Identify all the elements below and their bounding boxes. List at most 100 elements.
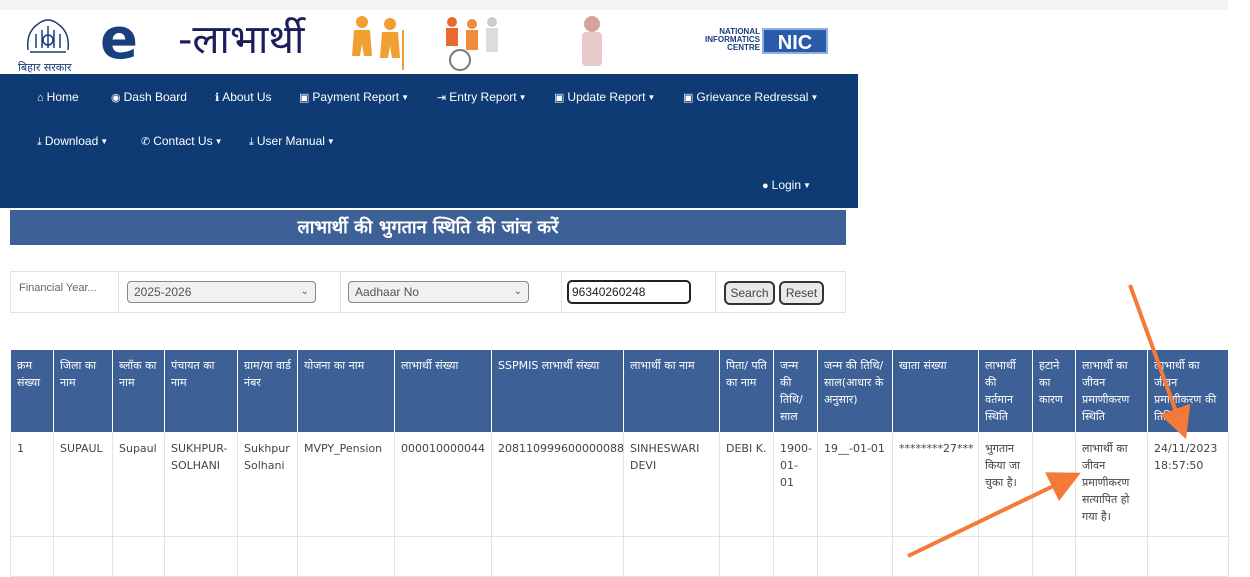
id-type-select[interactable]: Aadhaar No ⌄ bbox=[348, 281, 529, 303]
column-header: लाभार्थी का जीवन प्रमाणीकरण की तिथि bbox=[1147, 349, 1229, 433]
emblem-caption: बिहार सरकार bbox=[18, 61, 72, 74]
table-cell: भुगतान किया जा चुका है। bbox=[978, 432, 1033, 537]
financial-year-select[interactable]: 2025-2026 ⌄ bbox=[127, 281, 316, 303]
column-header: ब्लॉक का नाम bbox=[112, 349, 165, 433]
nav-update-report[interactable]: ▣ Update Report ▼ bbox=[554, 90, 655, 104]
table-cell: SUKHPUR-SOLHANI bbox=[164, 432, 238, 537]
caret-down-icon: ▼ bbox=[100, 137, 109, 146]
table-row: 1 SUPAUL Supaul SUKHPUR-SOLHANI Sukhpur … bbox=[10, 432, 1229, 537]
nic-badge: NIC bbox=[762, 28, 828, 54]
nav-login-label: Login bbox=[771, 178, 802, 192]
column-header: ग्राम/या वार्ड नंबर bbox=[237, 349, 298, 433]
nav-grievance[interactable]: ▣ Grievance Redressal ▼ bbox=[683, 90, 818, 104]
caret-down-icon: ▼ bbox=[803, 181, 811, 190]
top-strip bbox=[0, 0, 1228, 10]
aadhaar-input[interactable]: 96340260248 bbox=[567, 280, 691, 304]
id-type-value: Aadhaar No bbox=[355, 285, 420, 299]
reset-button[interactable]: Reset bbox=[779, 281, 824, 305]
nav-home-label: Home bbox=[46, 90, 79, 104]
nav-contact-label: Contact Us bbox=[153, 134, 213, 148]
nav-payment-label: Payment Report bbox=[312, 90, 400, 104]
info-icon: ℹ bbox=[215, 92, 220, 104]
table-cell: 1 bbox=[10, 432, 54, 537]
table-header-row: क्रम संख्या जिला का नाम ब्लॉक का नाम पंच… bbox=[10, 349, 1229, 433]
nav-home[interactable]: ⌂ Home bbox=[37, 90, 79, 104]
table-row-empty bbox=[10, 536, 1229, 577]
table-cell bbox=[1032, 432, 1076, 537]
table-cell: लाभार्थी का जीवन प्रमाणीकरण सत्यापित हो … bbox=[1075, 432, 1148, 537]
search-button[interactable]: Search bbox=[724, 281, 775, 305]
nic-logo: NATIONAL INFORMATICS CENTRE NIC bbox=[682, 28, 828, 58]
nav-grievance-label: Grievance Redressal bbox=[696, 90, 809, 104]
column-header: लाभार्थी का जीवन प्रमाणीकरण स्थिति bbox=[1075, 349, 1148, 433]
nav-download[interactable]: ⤓ Download ▼ bbox=[37, 134, 108, 149]
table-cell: Supaul bbox=[112, 432, 165, 537]
table-cell: MVPY_Pension bbox=[297, 432, 395, 537]
download-icon: ⤓ bbox=[37, 136, 42, 148]
dashboard-icon: ◉ bbox=[111, 92, 121, 104]
table-cell: 19__-01-01 bbox=[817, 432, 893, 537]
table-cell: DEBI K. bbox=[719, 432, 774, 537]
caret-down-icon: ▼ bbox=[401, 93, 410, 102]
beneficiary-illustrations bbox=[352, 16, 602, 71]
nav-about-label: About Us bbox=[222, 90, 272, 104]
financial-year-label: Financial Year... bbox=[19, 282, 97, 294]
caret-down-icon: ▼ bbox=[214, 137, 223, 146]
caret-down-icon: ▼ bbox=[810, 93, 819, 102]
column-header: लाभार्थी संख्या bbox=[394, 349, 492, 433]
user-icon: ● bbox=[762, 180, 769, 192]
table-cell: ********27*** bbox=[892, 432, 979, 537]
table-cell: 000010000044 bbox=[394, 432, 492, 537]
nav-entry-label: Entry Report bbox=[449, 90, 517, 104]
fy-select-cell: 2025-2026 ⌄ bbox=[118, 272, 341, 312]
nav-download-label: Download bbox=[44, 134, 99, 148]
results-table: क्रम संख्या जिला का नाम ब्लॉक का नाम पंच… bbox=[10, 349, 1229, 577]
column-header: क्रम संख्या bbox=[10, 349, 54, 433]
money-icon: ▣ bbox=[554, 92, 565, 104]
table-cell: SUPAUL bbox=[53, 432, 113, 537]
column-header: योजना का नाम bbox=[297, 349, 395, 433]
nav-login[interactable]: ● Login ▼ bbox=[762, 178, 811, 192]
table-cell: 24/11/2023 18:57:50 bbox=[1147, 432, 1229, 537]
caret-down-icon: ▼ bbox=[326, 137, 335, 146]
site-header: बिहार सरकार e -लाभार्थी NATIONAL INFORMA… bbox=[0, 10, 1228, 74]
table-cell: SINHESWARI DEVI bbox=[623, 432, 720, 537]
aadhaar-cell: 96340260248 bbox=[561, 272, 716, 312]
nav-payment-report[interactable]: ▣ Payment Report ▼ bbox=[299, 90, 409, 104]
phone-icon: ✆ bbox=[141, 136, 151, 148]
nav-user-manual[interactable]: ⤓ User Manual ▼ bbox=[249, 134, 335, 149]
column-header: जन्म की तिथि/ साल(आधार के अनुसार) bbox=[817, 349, 893, 433]
logo-e: e bbox=[100, 7, 138, 72]
search-form: Financial Year... 2025-2026 ⌄ Aadhaar No… bbox=[10, 271, 846, 313]
nav-update-label: Update Report bbox=[567, 90, 646, 104]
logo-text: -लाभार्थी bbox=[178, 17, 305, 63]
nic-text: NATIONAL INFORMATICS CENTRE bbox=[705, 27, 760, 52]
column-header: हटाने का कारण bbox=[1032, 349, 1076, 433]
caret-down-icon: ▼ bbox=[647, 93, 656, 102]
fy-label-cell: Financial Year... bbox=[11, 272, 119, 312]
column-header: लाभार्थी का नाम bbox=[623, 349, 720, 433]
table-cell: 208110999600000088 bbox=[491, 432, 624, 537]
financial-year-value: 2025-2026 bbox=[134, 285, 192, 299]
column-header: जिला का नाम bbox=[53, 349, 113, 433]
nav-about[interactable]: ℹ About Us bbox=[215, 90, 272, 104]
caret-down-icon: ▼ bbox=[518, 93, 527, 102]
sign-in-icon: ⇥ bbox=[437, 92, 447, 104]
column-header: खाता संख्या bbox=[892, 349, 979, 433]
money-icon: ▣ bbox=[299, 92, 310, 104]
page-title: लाभार्थी की भुगतान स्थिति की जांच करें bbox=[10, 210, 846, 245]
home-icon: ⌂ bbox=[37, 92, 44, 104]
nav-dashboard[interactable]: ◉ Dash Board bbox=[111, 90, 187, 104]
column-header: पंचायत का नाम bbox=[164, 349, 238, 433]
column-header: पिता/ पति का नाम bbox=[719, 349, 774, 433]
nav-dashboard-label: Dash Board bbox=[123, 90, 187, 104]
table-cell: 1900-01-01 bbox=[773, 432, 818, 537]
column-header: लाभार्थी की वर्तमान स्थिति bbox=[978, 349, 1033, 433]
nav-entry-report[interactable]: ⇥ Entry Report ▼ bbox=[437, 90, 527, 104]
nav-contact[interactable]: ✆ Contact Us ▼ bbox=[141, 134, 223, 148]
column-header: जन्म की तिथि/ साल bbox=[773, 349, 818, 433]
chevron-down-icon: ⌄ bbox=[513, 286, 522, 297]
download-icon: ⤓ bbox=[249, 136, 254, 148]
main-navbar: ⌂ Home ◉ Dash Board ℹ About Us ▣ Payment Rep… bbox=[0, 74, 858, 208]
chevron-down-icon: ⌄ bbox=[300, 286, 309, 297]
